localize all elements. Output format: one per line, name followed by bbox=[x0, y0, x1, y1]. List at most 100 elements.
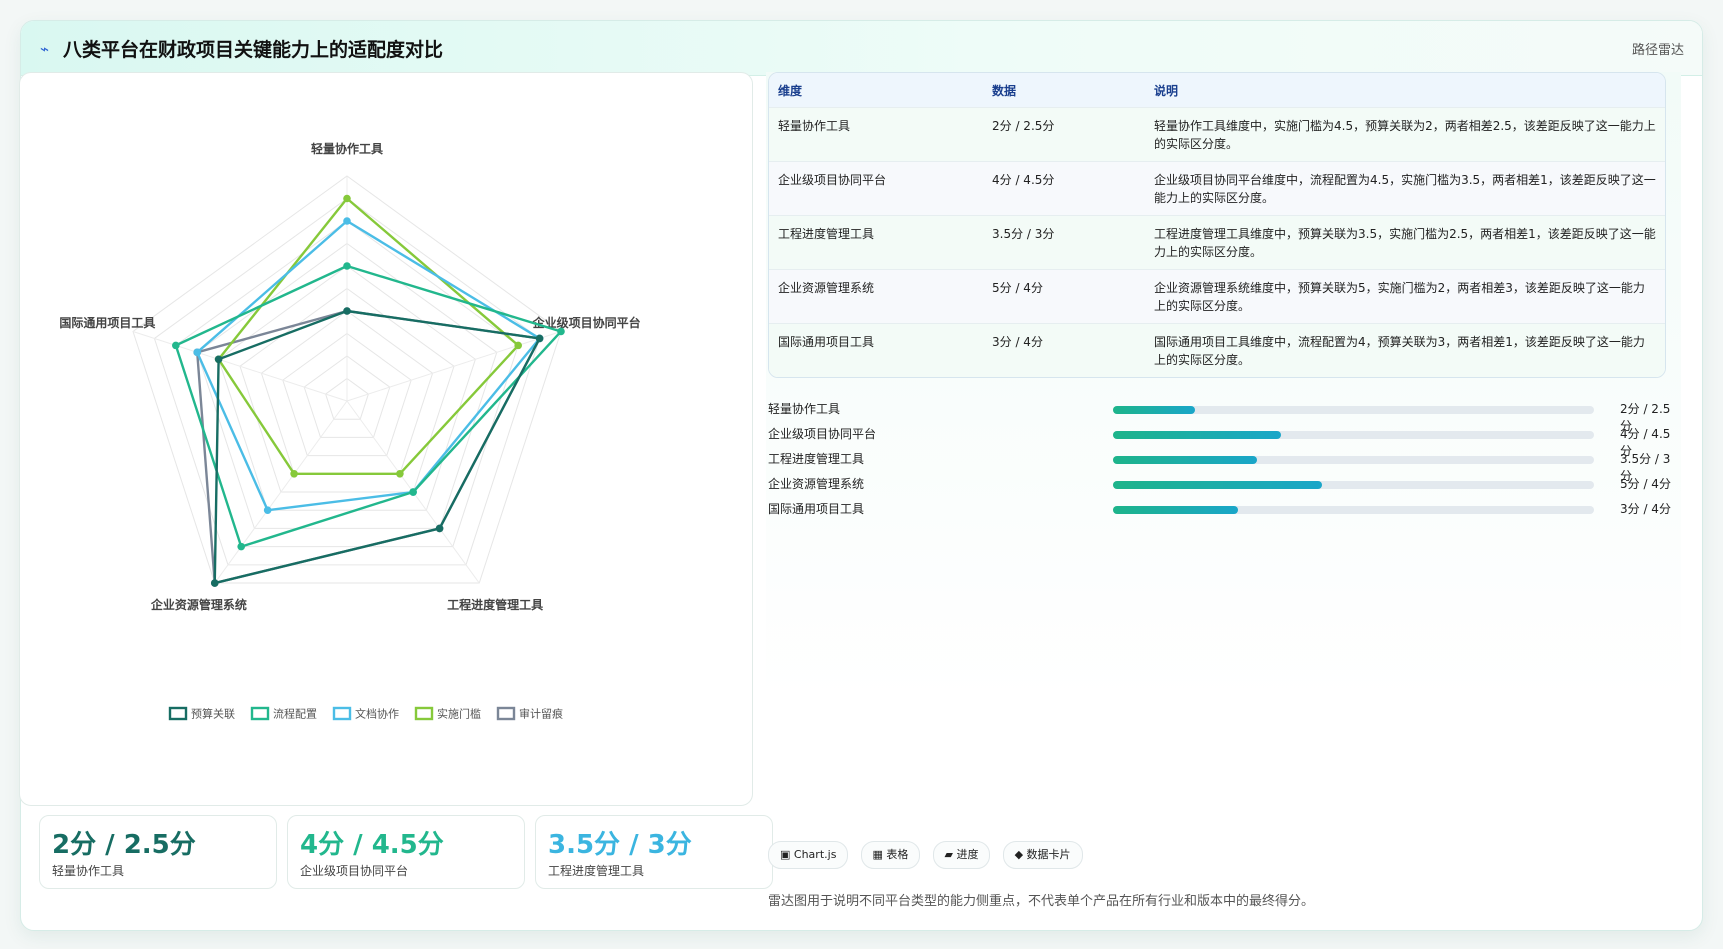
footnote: 雷达图用于说明不同平台类型的能力侧重点，不代表单个产品在所有行业和版本中的最终得… bbox=[768, 894, 1315, 909]
progress-value: 5分 / 4分 bbox=[1620, 477, 1671, 491]
progress-track bbox=[1113, 506, 1594, 514]
data-point bbox=[237, 542, 245, 551]
table-row: 企业级项目协同平台 4分 / 4.5分 企业级项目协同平台维度中，流程配置为4.… bbox=[769, 161, 1665, 216]
pulse-icon: ⌁ bbox=[40, 40, 50, 58]
progress-track bbox=[1113, 481, 1594, 489]
progress-track bbox=[1113, 456, 1594, 464]
legend-label: 实施门槛 bbox=[437, 707, 481, 721]
cell-description: 企业资源管理系统维度中，预算关联为5，实施门槛为2，两者相差3，该差距反映了这一… bbox=[1145, 269, 1665, 324]
chip-chartjs[interactable]: ▣ Chart.js bbox=[768, 841, 849, 869]
cell-description: 企业级项目协同平台维度中，流程配置为4.5，实施门槛为3.5，两者相差1，该差距… bbox=[1145, 161, 1665, 216]
cell-data: 2分 / 2.5分 bbox=[983, 107, 1145, 162]
header-bar: ⌁ 八类平台在财政项目关键能力上的适配度对比 路径雷达 bbox=[21, 21, 1702, 76]
legend-label: 预算关联 bbox=[191, 707, 235, 721]
legend-swatch bbox=[168, 706, 188, 721]
kpi-card: 3.5分 / 3分 工程进度管理工具 bbox=[535, 815, 773, 889]
cell-dimension: 国际通用项目工具 bbox=[769, 323, 983, 377]
cell-data: 4分 / 4.5分 bbox=[983, 161, 1145, 216]
legend-swatch bbox=[496, 706, 516, 721]
progress-row: 企业级项目协同平台 4分 / 4.5分 bbox=[768, 422, 1673, 458]
kpi-label: 轻量协作工具 bbox=[52, 864, 125, 878]
legend-swatch bbox=[250, 706, 270, 721]
table-icon: ▦ bbox=[872, 848, 883, 861]
progress-row: 企业资源管理系统 5分 / 4分 bbox=[768, 472, 1673, 497]
data-point bbox=[193, 348, 202, 357]
legend-label: 审计留痕 bbox=[519, 707, 563, 721]
column-header: 说明 bbox=[1145, 73, 1665, 108]
progress-row: 国际通用项目工具 3分 / 4分 bbox=[768, 497, 1673, 522]
column-header: 维度 bbox=[769, 73, 983, 108]
progress-label: 工程进度管理工具 bbox=[768, 452, 865, 466]
kpi-value: 4分 / 4.5分 bbox=[300, 830, 444, 860]
data-point bbox=[214, 355, 223, 364]
progress-label: 国际通用项目工具 bbox=[768, 502, 865, 516]
cell-data: 3分 / 4分 bbox=[983, 323, 1145, 377]
axis-label: 轻量协作工具 bbox=[311, 141, 383, 156]
kpi-value: 2分 / 2.5分 bbox=[52, 830, 196, 860]
data-point bbox=[172, 341, 180, 350]
data-point bbox=[343, 194, 351, 203]
chip-data-card[interactable]: ◆ 数据卡片 bbox=[1002, 841, 1083, 869]
chip-label: 数据卡片 bbox=[1026, 848, 1071, 861]
legend-label: 流程配置 bbox=[273, 707, 317, 721]
table-row: 工程进度管理工具 3.5分 / 3分 工程进度管理工具维度中，预算关联为3.5，… bbox=[769, 215, 1665, 270]
progress-row: 轻量协作工具 2分 / 2.5分 bbox=[768, 397, 1673, 433]
data-point bbox=[514, 341, 522, 350]
kpi-label: 企业级项目协同平台 bbox=[300, 864, 409, 878]
series-line bbox=[196, 309, 541, 585]
data-table: 维度 数据 说明 轻量协作工具 2分 / 2.5分 轻量协作工具维度中，实施门槛… bbox=[768, 72, 1666, 378]
legend-swatch bbox=[332, 706, 352, 721]
data-point bbox=[535, 334, 544, 343]
data-point bbox=[435, 524, 444, 533]
progress-label: 企业资源管理系统 bbox=[768, 477, 865, 491]
table-row: 国际通用项目工具 3分 / 4分 国际通用项目工具维度中，流程配置为4，预算关联… bbox=[769, 323, 1665, 377]
chart-icon: ▣ bbox=[780, 848, 791, 861]
cell-dimension: 企业资源管理系统 bbox=[769, 269, 983, 324]
data-point bbox=[409, 488, 417, 496]
progress-track bbox=[1113, 406, 1594, 414]
legend-swatch bbox=[414, 706, 434, 721]
series-line bbox=[217, 197, 520, 476]
radar-chart: 轻量协作工具企业级项目协同平台工程进度管理工具企业资源管理系统国际通用项目工具预… bbox=[59, 141, 640, 721]
progress-track bbox=[1113, 431, 1594, 439]
progress-label: 轻量协作工具 bbox=[768, 402, 841, 416]
data-point bbox=[343, 262, 351, 270]
column-header: 数据 bbox=[983, 73, 1145, 108]
table-row: 企业资源管理系统 5分 / 4分 企业资源管理系统维度中，预算关联为5，实施门槛… bbox=[769, 269, 1665, 324]
kpi-value: 3.5分 / 3分 bbox=[548, 830, 692, 860]
axis-label: 工程进度管理工具 bbox=[447, 597, 543, 612]
table-row: 轻量协作工具 2分 / 2.5分 轻量协作工具维度中，实施门槛为4.5，预算关联… bbox=[769, 107, 1665, 162]
data-point bbox=[343, 217, 351, 225]
progress-fill bbox=[1113, 431, 1282, 439]
radar-chart-card: 轻量协作工具 企业级项目协同平台 工程进度管理工具 企业资源管理系统 国际通用项目工具预… bbox=[19, 72, 753, 806]
cell-dimension: 轻量协作工具 bbox=[769, 107, 983, 162]
axis-label: 国际通用项目工具 bbox=[59, 315, 155, 330]
chip-table[interactable]: ▦ 表格 bbox=[860, 841, 921, 869]
cell-data: 5分 / 4分 bbox=[983, 269, 1145, 324]
progress-fill bbox=[1113, 481, 1323, 489]
kpi-card: 2分 / 2.5分 轻量协作工具 bbox=[39, 815, 277, 889]
page-title: 八类平台在财政项目关键能力上的适配度对比 bbox=[63, 39, 444, 61]
chip-label: 进度 bbox=[956, 848, 979, 861]
diamond-icon: ◆ bbox=[1014, 848, 1024, 861]
progress-fill bbox=[1113, 506, 1239, 514]
cell-description: 国际通用项目工具维度中，流程配置为4，预算关联为3，两者相差1，该差距反映了这一… bbox=[1145, 323, 1665, 377]
data-point bbox=[290, 470, 298, 478]
chip-progress[interactable]: ▰ 进度 bbox=[932, 841, 991, 869]
kpi-card: 4分 / 4.5分 企业级项目协同平台 bbox=[287, 815, 525, 889]
progress-fill bbox=[1113, 456, 1258, 464]
cell-description: 轻量协作工具维度中，实施门槛为4.5，预算关联为2，两者相差2.5，该差距反映了… bbox=[1145, 107, 1665, 162]
data-point bbox=[396, 470, 404, 478]
kpi-label: 工程进度管理工具 bbox=[548, 864, 645, 878]
progress-fill bbox=[1113, 406, 1195, 414]
legend-label: 文档协作 bbox=[355, 707, 399, 721]
progress-list: 轻量协作工具 2分 / 2.5分 企业级项目协同平台 4分 / 4.5分 工程进… bbox=[768, 397, 1673, 522]
view-chips: ▣ Chart.js ▦ 表格 ▰ 进度 ◆ 数据卡片 bbox=[768, 841, 1090, 869]
chip-label: 表格 bbox=[886, 848, 909, 861]
progress-label: 企业级项目协同平台 bbox=[768, 427, 877, 441]
cell-dimension: 工程进度管理工具 bbox=[769, 215, 983, 270]
axis-label: 企业资源管理系统 bbox=[150, 597, 247, 612]
data-point bbox=[263, 506, 272, 515]
header-tag: 路径雷达 bbox=[1631, 43, 1684, 58]
progress-value: 3分 / 4分 bbox=[1620, 502, 1671, 516]
